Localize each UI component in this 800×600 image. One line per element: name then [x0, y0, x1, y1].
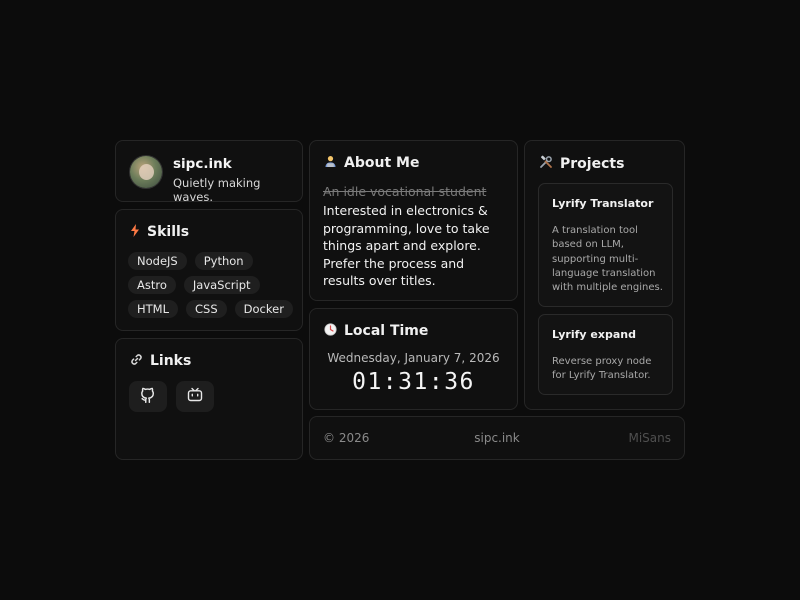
skills-card: Skills NodeJS Python Astro JavaScript HT…: [115, 209, 303, 331]
project-card-lyrify-expand[interactable]: Lyrify expand Reverse proxy node for Lyr…: [538, 314, 673, 395]
current-date: Wednesday, January 7, 2026: [327, 351, 500, 365]
projects-card: Projects Lyrify Translator A translation…: [524, 140, 685, 410]
projects-title: Projects: [560, 155, 625, 172]
project-name: Lyrify Translator: [552, 197, 654, 210]
current-time: 01:31:36: [352, 369, 475, 395]
about-card: About Me An idle vocational student Inte…: [309, 140, 518, 301]
skill-chip: Docker: [234, 300, 293, 318]
avatar: [130, 156, 162, 188]
footer-font-credit: MiSans: [628, 431, 671, 445]
github-icon: [139, 386, 157, 408]
links-title: Links: [150, 353, 192, 369]
bilibili-link-button[interactable]: [176, 381, 214, 412]
project-name: Lyrify expand: [552, 328, 636, 341]
time-header: Local Time: [324, 323, 428, 339]
skills-title: Skills: [147, 224, 190, 240]
links-card: Links: [115, 338, 303, 460]
skill-chip: Astro: [128, 276, 176, 294]
bilibili-icon: [186, 386, 204, 408]
skills-chip-list: NodeJS Python Astro JavaScript HTML CSS …: [128, 252, 298, 324]
profile-tagline: Quietly making waves.: [173, 176, 261, 204]
skill-chip: NodeJS: [128, 252, 187, 270]
project-description: Reverse proxy node for Lyrify Translator…: [552, 356, 652, 382]
clock-icon: [324, 323, 337, 339]
skills-header: Skills: [130, 224, 189, 240]
profile-card: sipc.ink Quietly making waves.: [115, 140, 303, 204]
local-time-card: Local Time Wednesday, January 7, 2026 01…: [309, 308, 518, 410]
skill-chip: Python: [194, 252, 253, 270]
skill-chip: JavaScript: [183, 276, 260, 294]
footer-bar: © 2026 sipc.ink MiSans: [309, 416, 685, 460]
lightning-icon: [130, 224, 140, 240]
about-struck-text: An idle vocational student: [323, 184, 487, 199]
time-title: Local Time: [344, 323, 429, 339]
skill-chip: HTML: [128, 300, 179, 318]
about-title: About Me: [344, 155, 420, 171]
project-card-lyrify-translator[interactable]: Lyrify Translator A translation tool bas…: [538, 183, 673, 307]
profile-name: sipc.ink: [173, 156, 232, 172]
tools-icon: [539, 155, 553, 172]
about-header: About Me: [324, 155, 419, 171]
skill-chip: CSS: [186, 300, 227, 318]
about-text: Interested in electronics & programming,…: [323, 203, 490, 288]
github-link-button[interactable]: [129, 381, 167, 412]
person-at-computer-icon: [324, 155, 337, 171]
projects-header: Projects: [539, 155, 624, 172]
links-header: Links: [130, 353, 191, 369]
project-description: A translation tool based on LLM, support…: [552, 225, 663, 294]
link-icon: [130, 353, 143, 369]
